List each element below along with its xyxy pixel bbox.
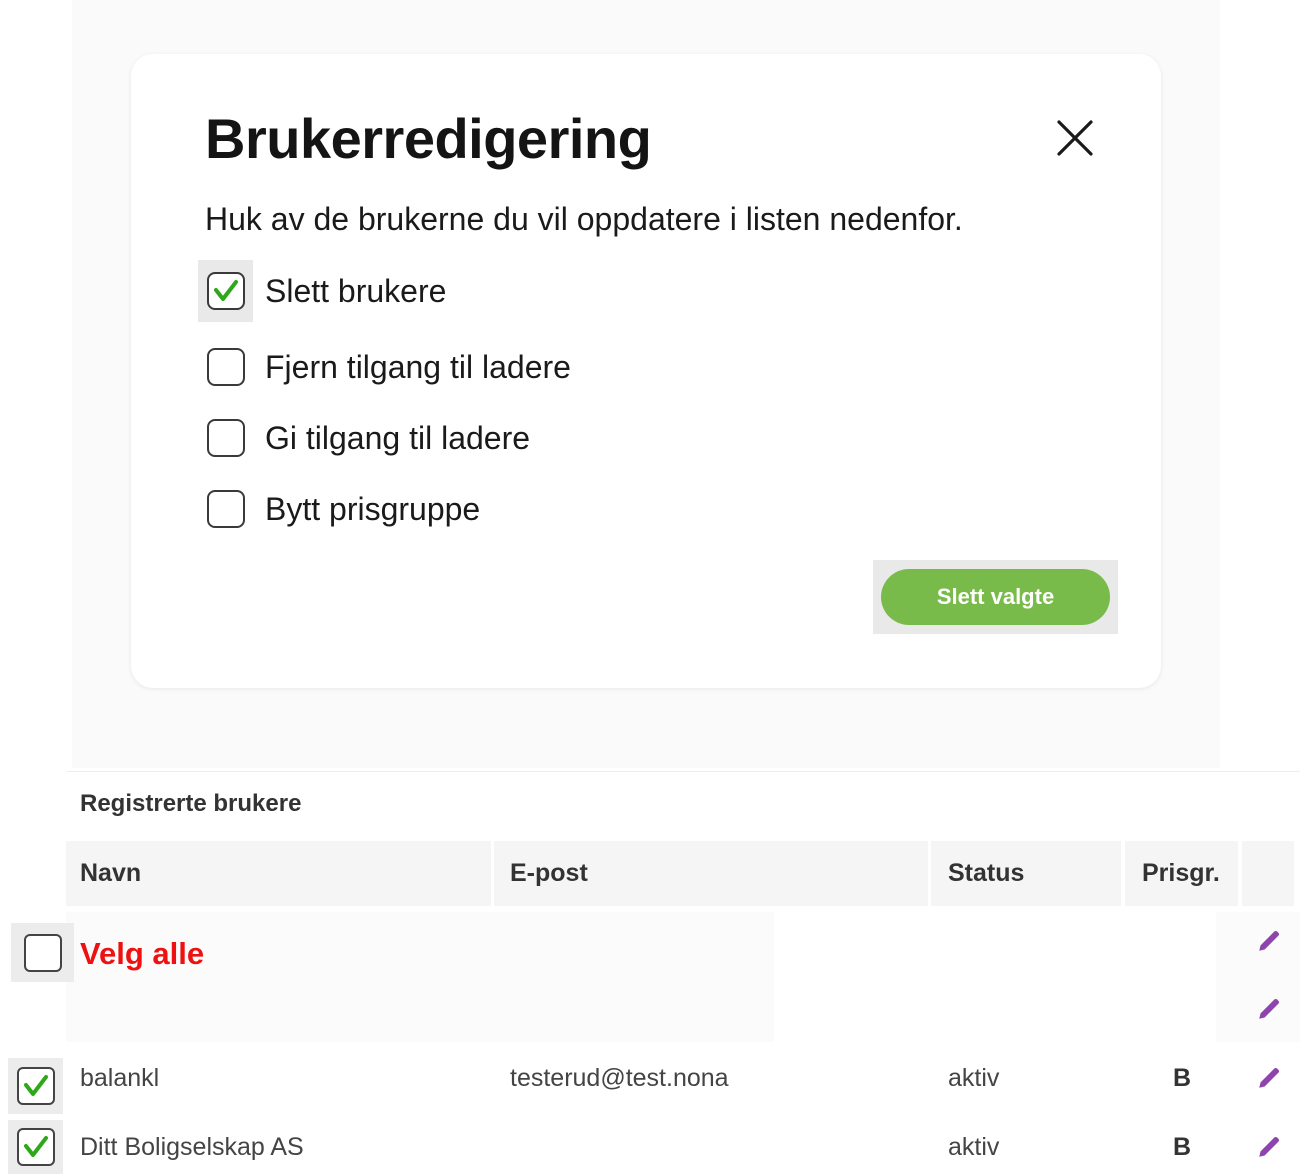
select-all-checkbox[interactable] — [23, 933, 62, 972]
select-all-label[interactable]: Velg alle — [80, 936, 204, 972]
cell-email: testerud@test.nona — [510, 1064, 729, 1092]
option-checkbox-wrap[interactable] — [198, 260, 253, 322]
dialog-title: Brukerredigering — [205, 107, 652, 170]
option-checkbox-wrap[interactable] — [198, 336, 253, 398]
submit-button-focus: Slett valgte — [873, 560, 1118, 634]
option-label: Gi tilgang til ladere — [265, 419, 531, 456]
cell-price-group: B — [1173, 1064, 1192, 1092]
option-label: Bytt prisgruppe — [265, 490, 481, 527]
column-header-actions — [1242, 841, 1294, 906]
column-header-name[interactable]: Navn — [66, 841, 491, 906]
table-title: Registrerte brukere — [80, 790, 302, 817]
bulk-edit-dialog: Brukerredigering Huk av de brukerne du v… — [131, 54, 1161, 688]
column-header-label: Navn — [80, 859, 142, 887]
cell-status: aktiv — [948, 1133, 1000, 1161]
option-checkbox[interactable] — [206, 272, 245, 310]
select-all-row-bg — [66, 912, 774, 1042]
option-label: Slett brukere — [265, 272, 447, 309]
row-checkbox-wrap[interactable] — [8, 1058, 63, 1114]
option-remove-charger-access[interactable]: Fjern tilgang til ladere — [198, 336, 571, 398]
column-header-email[interactable]: E-post — [494, 841, 928, 906]
column-header-label: Prisgr. — [1142, 859, 1220, 887]
option-grant-charger-access[interactable]: Gi tilgang til ladere — [198, 407, 530, 469]
cell-name: balankl — [80, 1064, 160, 1092]
check-icon — [213, 280, 238, 301]
cell-price-group: B — [1173, 1133, 1192, 1161]
row-checkbox-wrap[interactable] — [8, 1120, 63, 1174]
pencil-icon[interactable] — [1256, 928, 1282, 954]
close-button[interactable] — [1051, 114, 1099, 162]
divider — [66, 771, 1300, 772]
dialog-description: Huk av de brukerne du vil oppdatere i li… — [205, 201, 963, 237]
delete-selected-button[interactable]: Slett valgte — [881, 569, 1110, 625]
row-checkbox[interactable] — [16, 1128, 55, 1166]
select-all-checkbox-wrap[interactable] — [11, 923, 74, 982]
column-header-status[interactable]: Status — [931, 841, 1121, 906]
close-icon — [1057, 120, 1093, 156]
option-label: Fjern tilgang til ladere — [265, 348, 571, 385]
option-checkbox[interactable] — [206, 348, 245, 386]
cell-status: aktiv — [948, 1064, 1000, 1092]
option-checkbox-wrap[interactable] — [198, 478, 253, 540]
cell-name: Ditt Boligselskap AS — [80, 1133, 304, 1161]
column-header-price-group[interactable]: Prisgr. — [1125, 841, 1238, 906]
check-icon — [23, 1075, 48, 1096]
pencil-icon[interactable] — [1256, 1065, 1282, 1091]
column-header-label: Status — [948, 859, 1025, 887]
check-icon — [23, 1136, 48, 1157]
option-checkbox[interactable] — [206, 419, 245, 457]
option-change-price-group[interactable]: Bytt prisgruppe — [198, 478, 480, 540]
pencil-icon[interactable] — [1256, 996, 1282, 1022]
option-checkbox-wrap[interactable] — [198, 407, 253, 469]
column-header-label: E-post — [510, 859, 588, 887]
option-checkbox[interactable] — [206, 490, 245, 528]
row-checkbox[interactable] — [16, 1067, 55, 1105]
pencil-icon[interactable] — [1256, 1134, 1282, 1160]
option-delete-users[interactable]: Slett brukere — [198, 260, 446, 322]
